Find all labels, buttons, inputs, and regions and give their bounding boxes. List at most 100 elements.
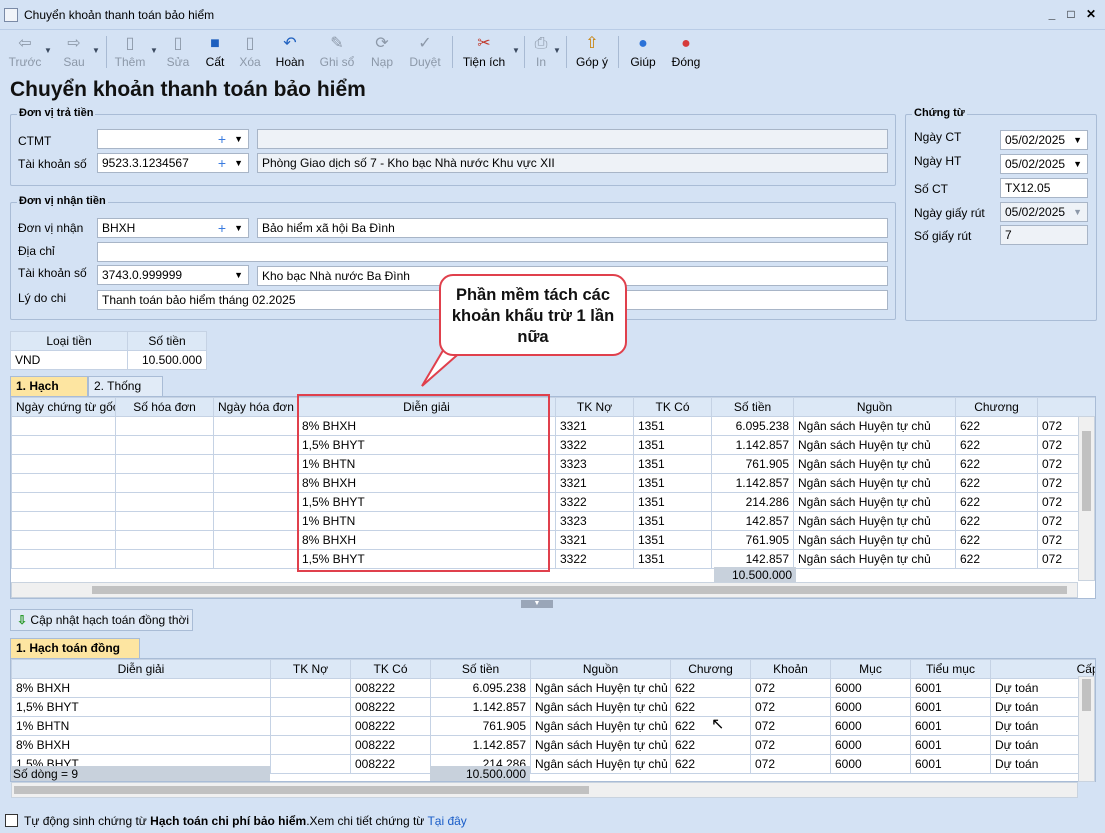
details-link[interactable]: Tại đây bbox=[427, 814, 466, 828]
table-cell[interactable]: 6.095.238 bbox=[711, 416, 794, 436]
table-cell[interactable]: Ngân sách Huyện tự chủ bbox=[793, 435, 956, 455]
table-cell[interactable] bbox=[115, 511, 214, 531]
table-cell[interactable]: 8% BHXH bbox=[11, 678, 271, 698]
table-row[interactable]: 1,5% BHYT 3322 1351 214.286 Ngân sách Huyện … bbox=[11, 492, 1095, 512]
table-cell[interactable]: 6001 bbox=[910, 678, 991, 698]
table-cell[interactable]: 6000 bbox=[830, 678, 911, 698]
table-cell[interactable] bbox=[11, 454, 116, 474]
table-cell[interactable]: 008222 bbox=[350, 697, 431, 717]
help-button[interactable]: ● Giúp bbox=[627, 32, 659, 72]
back-button[interactable]: ⇦ Trước bbox=[6, 32, 44, 72]
ngay-ct-date[interactable]: 05/02/2025 ▼ bbox=[1000, 130, 1088, 150]
table-cell[interactable]: 072 bbox=[750, 754, 831, 774]
chevron-down-icon[interactable]: ▼ bbox=[234, 219, 243, 237]
table-cell[interactable] bbox=[213, 549, 298, 569]
table-cell[interactable]: 214.286 bbox=[711, 492, 794, 512]
table-cell[interactable] bbox=[270, 697, 351, 717]
grid2-vscroll[interactable] bbox=[1078, 676, 1095, 782]
table-cell[interactable]: 6001 bbox=[910, 754, 991, 774]
add-button[interactable]: ▯ Thêm bbox=[112, 32, 148, 72]
table-cell[interactable] bbox=[115, 473, 214, 493]
chevron-down-icon[interactable]: ▼ bbox=[1073, 155, 1082, 173]
grid1-header[interactable]: Số tiền bbox=[711, 397, 794, 417]
payee-unit-combo[interactable]: BHXH + ▼ bbox=[97, 218, 249, 238]
plus-icon[interactable]: + bbox=[218, 130, 226, 148]
table-cell[interactable]: 1% BHTN bbox=[11, 716, 271, 736]
table-cell[interactable] bbox=[11, 492, 116, 512]
table-cell[interactable]: 6000 bbox=[830, 754, 911, 774]
table-cell[interactable]: 622 bbox=[670, 735, 751, 755]
table-cell[interactable] bbox=[11, 549, 116, 569]
table-cell[interactable]: Ngân sách Huyện tự chủ bbox=[530, 735, 671, 755]
so-ct-field[interactable]: TX12.05 bbox=[1000, 178, 1088, 198]
table-cell[interactable]: Ngân sách Huyện tự chủ bbox=[793, 454, 956, 474]
table-cell[interactable]: Ngân sách Huyện tự chủ bbox=[530, 697, 671, 717]
scroll-thumb[interactable] bbox=[1082, 679, 1091, 711]
table-cell[interactable]: 622 bbox=[955, 416, 1038, 436]
table-row[interactable]: 8% BHXH 3321 1351 6.095.238 Ngân sách Huyện … bbox=[11, 416, 1095, 436]
table-cell[interactable]: Ngân sách Huyện tự chủ bbox=[530, 754, 671, 774]
grid2-header[interactable]: TK Nợ bbox=[270, 659, 351, 679]
utilities-button[interactable]: ✂ Tiện ích bbox=[460, 32, 508, 72]
table-cell[interactable] bbox=[213, 492, 298, 512]
table-row[interactable]: 1,5% BHYT 3322 1351 142.857 Ngân sách Huyện … bbox=[11, 549, 1095, 569]
post-button[interactable]: ✎ Ghi sổ bbox=[317, 32, 357, 72]
table-cell[interactable]: Ngân sách Huyện tự chủ bbox=[793, 416, 956, 436]
table-row[interactable]: 1% BHTN 3323 1351 761.905 Ngân sách Huyện tự… bbox=[11, 454, 1095, 474]
table-cell[interactable]: 1351 bbox=[633, 473, 712, 493]
grid1-header[interactable]: Kh bbox=[1037, 397, 1095, 417]
table-cell[interactable]: 622 bbox=[955, 454, 1038, 474]
table-cell[interactable]: 761.905 bbox=[430, 716, 531, 736]
grid1-header[interactable]: Chương bbox=[955, 397, 1038, 417]
table-cell[interactable]: 6000 bbox=[830, 697, 911, 717]
grid1-header[interactable]: TK Có bbox=[633, 397, 712, 417]
table-cell[interactable]: Ngân sách Huyện tự chủ bbox=[793, 549, 956, 569]
table-cell[interactable]: 072 bbox=[750, 716, 831, 736]
feedback-button[interactable]: ⇧ Góp ý bbox=[574, 32, 610, 72]
table-cell[interactable]: 1351 bbox=[633, 530, 712, 550]
table-cell[interactable]: 072 bbox=[750, 678, 831, 698]
next-button[interactable]: ⇨ Sau bbox=[57, 32, 91, 72]
table-cell[interactable]: 761.905 bbox=[711, 454, 794, 474]
table-cell[interactable]: 622 bbox=[670, 754, 751, 774]
close-button[interactable]: ● Đóng bbox=[668, 32, 704, 72]
table-cell[interactable]: Ngân sách Huyện tự chủ bbox=[530, 678, 671, 698]
table-cell[interactable] bbox=[115, 530, 214, 550]
chevron-down-icon[interactable]: ▼ bbox=[150, 46, 158, 55]
table-row[interactable]: 8% BHXH 008222 1.142.857 Ngân sách Huyện tự… bbox=[11, 735, 1095, 755]
auto-generate-checkbox[interactable] bbox=[5, 814, 18, 827]
grid1-header[interactable]: Ngày chứng từ gốc bbox=[11, 397, 116, 417]
table-cell[interactable]: 142.857 bbox=[711, 549, 794, 569]
table-cell[interactable] bbox=[115, 492, 214, 512]
table-cell[interactable]: 622 bbox=[955, 549, 1038, 569]
table-cell[interactable]: 3321 bbox=[555, 473, 634, 493]
table-cell[interactable] bbox=[11, 530, 116, 550]
grid1-header[interactable]: TK Nợ bbox=[555, 397, 634, 417]
grid1-vscroll[interactable] bbox=[1078, 416, 1095, 581]
table-cell[interactable]: Ngân sách Huyện tự chủ bbox=[530, 716, 671, 736]
table-cell[interactable] bbox=[11, 511, 116, 531]
table-cell[interactable] bbox=[213, 511, 298, 531]
payee-account-combo[interactable]: 3743.0.999999 ▼ bbox=[97, 265, 249, 285]
grid1-header[interactable]: Nguồn bbox=[793, 397, 956, 417]
currency-amount-cell[interactable]: 10.500.000 bbox=[127, 350, 207, 370]
table-row[interactable]: 8% BHXH 008222 6.095.238 Ngân sách Huyện tự… bbox=[11, 678, 1095, 698]
edit-button[interactable]: ▯ Sửa bbox=[163, 32, 193, 72]
table-cell[interactable] bbox=[11, 435, 116, 455]
tab-concurrent-accounting[interactable]: 1. Hạch toán đồng thời bbox=[10, 638, 140, 674]
grid1-header[interactable]: Số hóa đơn bbox=[115, 397, 214, 417]
table-cell[interactable] bbox=[213, 416, 298, 436]
table-cell[interactable]: 1351 bbox=[633, 492, 712, 512]
table-cell[interactable]: 142.857 bbox=[711, 511, 794, 531]
table-row[interactable]: 1% BHTN 008222 761.905 Ngân sách Huyện tự c… bbox=[11, 716, 1095, 736]
table-cell[interactable]: 622 bbox=[670, 678, 751, 698]
chevron-down-icon[interactable]: ▼ bbox=[234, 154, 243, 172]
grid2-header[interactable]: Chương bbox=[670, 659, 751, 679]
table-row[interactable]: 8% BHXH 3321 1351 1.142.857 Ngân sách Huyện … bbox=[11, 473, 1095, 493]
delete-button[interactable]: ▯ Xóa bbox=[234, 32, 266, 72]
table-row[interactable]: 1,5% BHYT 008222 1.142.857 Ngân sách Huyện … bbox=[11, 697, 1095, 717]
scroll-thumb[interactable] bbox=[92, 586, 1067, 594]
currency-type-cell[interactable]: VND bbox=[10, 350, 128, 370]
table-cell[interactable]: 3321 bbox=[555, 416, 634, 436]
ngay-ht-date[interactable]: 05/02/2025 ▼ bbox=[1000, 154, 1088, 174]
